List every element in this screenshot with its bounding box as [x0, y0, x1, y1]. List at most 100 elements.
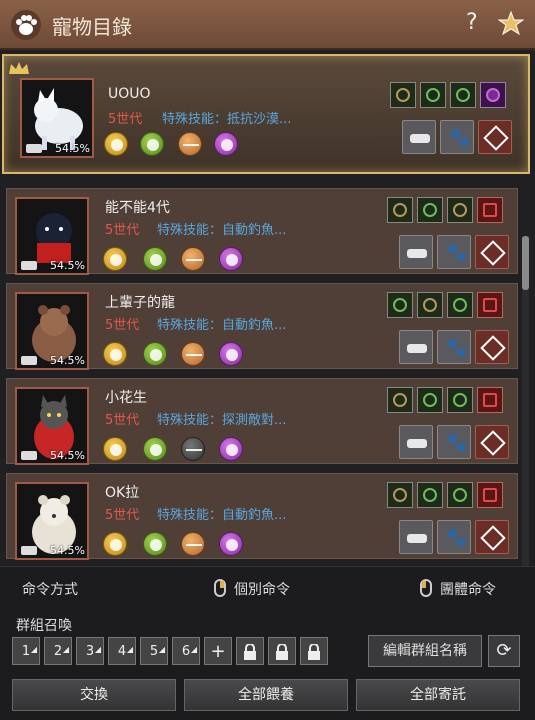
pet-list[interactable]: 54.5% UOUO 5世代 特殊技能：抵抗沙漠... 🐾 54.5% 能不能4…: [0, 50, 535, 596]
store-all-button[interactable]: 全部寄託: [356, 679, 520, 711]
bowl-icon: [21, 451, 37, 460]
group-4-button[interactable]: 4 ◢: [108, 637, 136, 665]
command-mode-label: 命令方式: [22, 582, 78, 598]
hunger-value: 54.5%: [50, 354, 85, 367]
group-2-label: 2: [53, 644, 63, 659]
compass-trait-icon: [181, 342, 205, 366]
wing-skill-icon[interactable]: [447, 387, 473, 413]
pet-generation: 5世代: [105, 413, 140, 428]
paw-button[interactable]: 🐾: [437, 235, 471, 269]
pickaxe-skill-icon[interactable]: [387, 482, 413, 508]
group-summon-label: 群組召喚: [16, 618, 72, 634]
potion-skill-icon[interactable]: [480, 82, 506, 108]
sickle-skill-icon[interactable]: [417, 387, 443, 413]
pet-card-3[interactable]: 54.5% 上輩子的龍 5世代 特殊技能：自動釣魚... 🐾: [6, 283, 518, 370]
mining-skill-icon[interactable]: [417, 482, 443, 508]
paw-button[interactable]: 🐾: [437, 520, 471, 554]
feed-button[interactable]: [399, 520, 433, 554]
wing-skill-icon[interactable]: [447, 482, 473, 508]
pouch-trait-icon: [214, 132, 238, 156]
hunger-value: 54.5%: [50, 259, 85, 272]
scrollbar[interactable]: [522, 236, 529, 596]
store-button[interactable]: [478, 120, 512, 154]
feed-all-button[interactable]: 全部餵養: [184, 679, 348, 711]
hand-trait-icon: [140, 132, 164, 156]
fish-skill-icon[interactable]: [417, 197, 443, 223]
pet-portrait: 54.5%: [15, 292, 89, 370]
pet-special-skill: 特殊技能：自動釣魚...: [157, 318, 287, 333]
sickle-skill-icon[interactable]: [417, 292, 443, 318]
group-2-button[interactable]: 2 ◢: [44, 637, 72, 665]
hammer-skill-icon[interactable]: [387, 197, 413, 223]
herb-skill-icon[interactable]: [420, 82, 446, 108]
store-button[interactable]: [475, 425, 509, 459]
pet-card-2[interactable]: 54.5% 能不能4代 5世代 特殊技能：自動釣魚... 🐾: [6, 188, 518, 275]
pickaxe-skill-icon[interactable]: [390, 82, 416, 108]
group-6-label: 6: [181, 644, 191, 659]
feed-button[interactable]: [399, 235, 433, 269]
wing-skill-icon[interactable]: [447, 292, 473, 318]
pet-name: 小花生: [105, 390, 147, 406]
pet-special-skill: 特殊技能：抵抗沙漠...: [162, 112, 292, 127]
alert-skill-icon[interactable]: [477, 482, 503, 508]
alert-skill-icon[interactable]: [477, 387, 503, 413]
group-5-button[interactable]: 5 ◢: [140, 637, 168, 665]
hunger-value: 54.5%: [55, 142, 90, 155]
group-1-label: 1: [21, 644, 31, 659]
individual-command-label: 個別命令: [234, 582, 290, 598]
refresh-button[interactable]: ⟳: [488, 635, 520, 667]
paw-button[interactable]: 🐾: [437, 425, 471, 459]
alert-skill-icon[interactable]: [477, 292, 503, 318]
locked-group-3-button[interactable]: [300, 637, 328, 665]
sickle-skill-icon[interactable]: [447, 197, 473, 223]
store-button[interactable]: [475, 235, 509, 269]
cat-trait-icon: [103, 532, 127, 556]
refresh-icon: ⟳: [496, 640, 512, 661]
hand-trait-icon: [143, 437, 167, 461]
pet-card-5[interactable]: 54.5% OK拉 5世代 特殊技能：自動釣魚... 🐾: [6, 473, 518, 560]
pet-name: UOUO: [108, 86, 151, 102]
pet-card-uouo[interactable]: 54.5% UOUO 5世代 特殊技能：抵抗沙漠... 🐾: [2, 54, 530, 174]
mouse-right-icon: [214, 579, 226, 597]
settings-icon[interactable]: [498, 11, 524, 37]
hand-trait-icon: [143, 342, 167, 366]
store-button[interactable]: [475, 520, 509, 554]
add-group-button[interactable]: +: [204, 637, 232, 665]
cat-trait-icon: [104, 132, 128, 156]
exchange-button[interactable]: 交換: [12, 679, 176, 711]
crown-icon: [9, 62, 29, 74]
pet-name: 上輩子的龍: [105, 295, 175, 311]
pet-special-skill: 特殊技能：自動釣魚...: [157, 508, 287, 523]
pet-generation: 5世代: [105, 508, 140, 523]
hunger-value: 54.5%: [50, 449, 85, 462]
paw-button[interactable]: 🐾: [437, 330, 471, 364]
group-3-button[interactable]: 3 ◢: [76, 637, 104, 665]
pet-special-skill: 特殊技能：探測敵對...: [157, 413, 287, 428]
pickaxe-skill-icon[interactable]: [387, 292, 413, 318]
store-button[interactable]: [475, 330, 509, 364]
pouch-trait-icon: [219, 342, 243, 366]
locked-group-2-button[interactable]: [268, 637, 296, 665]
pet-card-4[interactable]: 54.5% 小花生 5世代 特殊技能：探測敵對... 🐾: [6, 378, 518, 465]
bowl-icon: [21, 261, 37, 270]
alert-skill-icon[interactable]: [477, 197, 503, 223]
pet-portrait: 54.5%: [20, 78, 94, 158]
paw-icon: [11, 10, 41, 40]
scrollbar-thumb[interactable]: [522, 236, 529, 290]
bowl-icon: [21, 356, 37, 365]
feed-button[interactable]: [399, 425, 433, 459]
bowl-icon: [26, 144, 42, 153]
group-1-button[interactable]: 1 ◢: [12, 637, 40, 665]
edit-group-name-button[interactable]: 編輯群組名稱: [368, 635, 482, 667]
feed-button[interactable]: [399, 330, 433, 364]
feed-button[interactable]: [402, 120, 436, 154]
title-bar: 寵物目錄 ?: [0, 0, 535, 50]
help-button[interactable]: ?: [466, 10, 478, 35]
group-6-button[interactable]: 6 ◢: [172, 637, 200, 665]
sickle-skill-icon[interactable]: [450, 82, 476, 108]
locked-group-1-button[interactable]: [236, 637, 264, 665]
cat-trait-icon: [103, 342, 127, 366]
paw-button[interactable]: 🐾: [440, 120, 474, 154]
cat-trait-icon: [103, 247, 127, 271]
pickaxe-skill-icon[interactable]: [387, 387, 413, 413]
